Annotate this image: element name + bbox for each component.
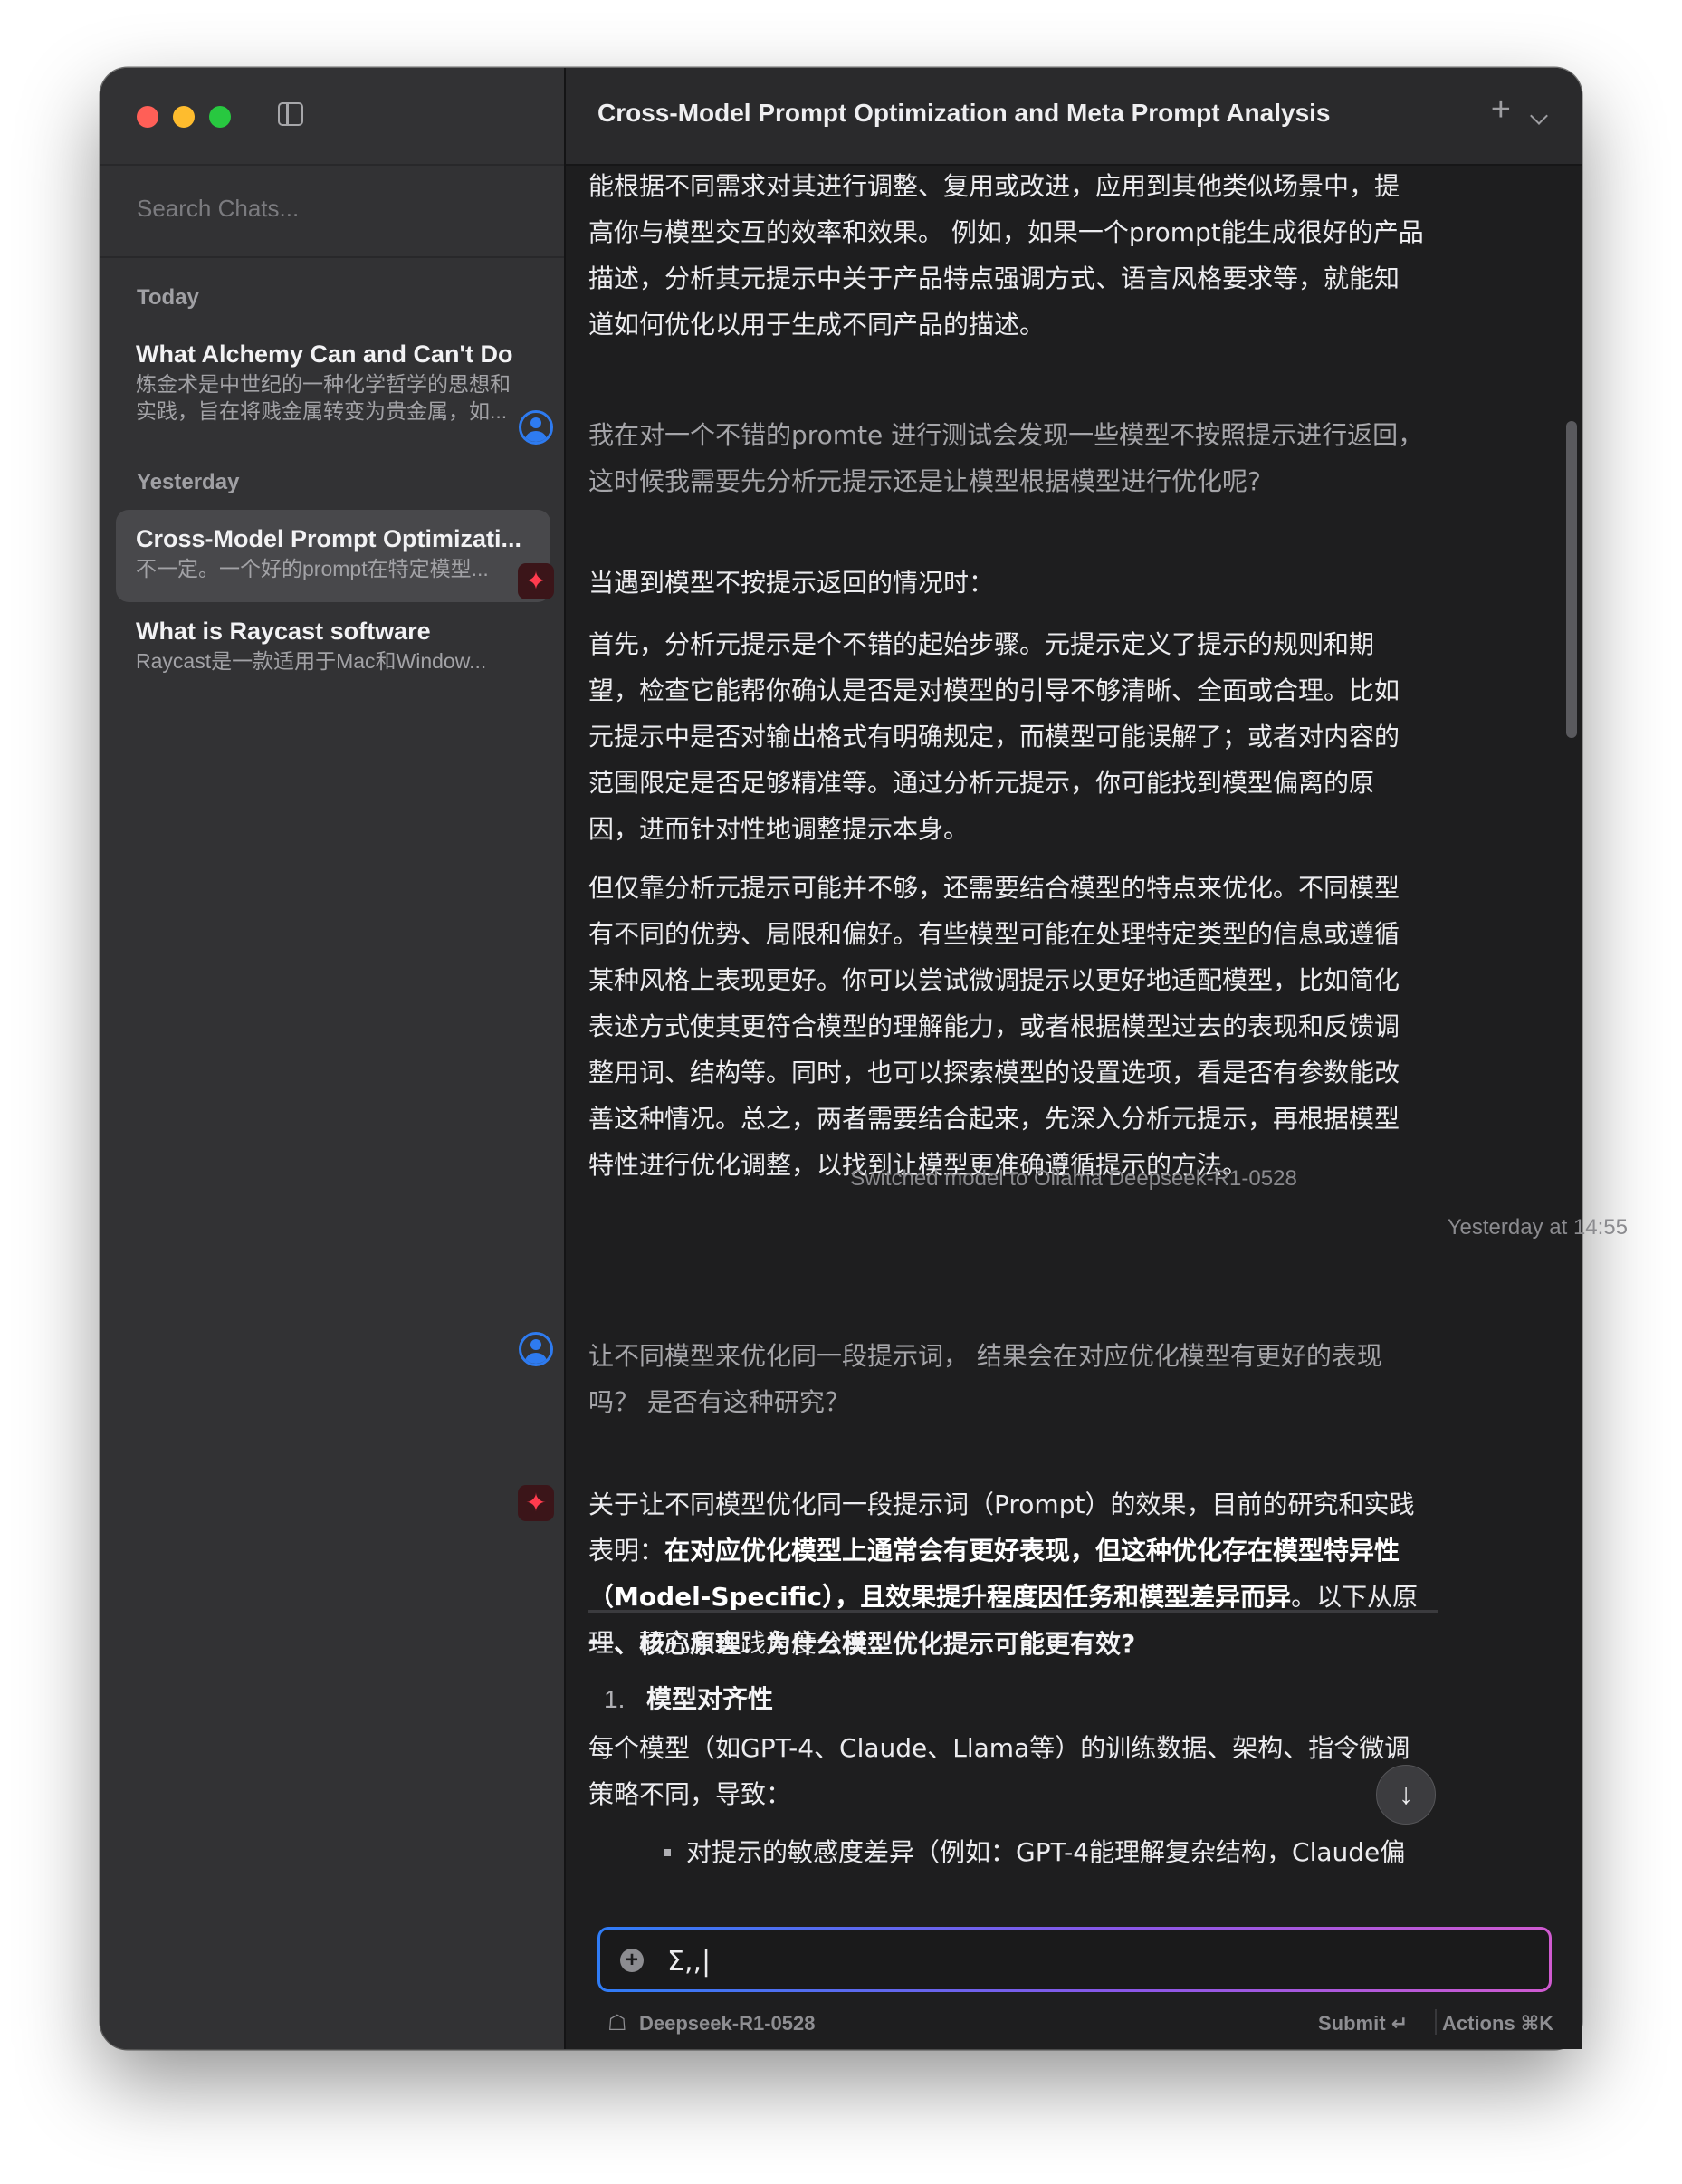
message-line: 元提示中是否对输出格式有明确规定，而模型可能误解了；或者对内容的 xyxy=(588,722,1400,752)
message-bold-text: （Model-Specific），且效果提升程度因任务和模型差异而异 xyxy=(588,1582,1292,1612)
message-line: 策略不同，导致： xyxy=(588,1779,792,1809)
section-label-yesterday: Yesterday xyxy=(137,470,240,494)
chat-title: Cross-Model Prompt Optimization and Meta… xyxy=(597,99,1331,127)
ai-sparkle-icon: ✦ xyxy=(518,1485,554,1521)
message-line: 表明：在对应优化模型上通常会有更好表现，但这种优化存在模型特异性 xyxy=(588,1528,1438,1574)
message-line: 道如何优化以用于生成不同产品的描述。 xyxy=(588,310,1046,340)
message-line: 有不同的优势、局限和偏好。有些模型可能在处理特定类型的信息或遵循 xyxy=(588,919,1400,949)
chat-item-title: What is Raycast software xyxy=(136,618,431,645)
actions-button[interactable]: Actions ⌘K xyxy=(1442,2012,1553,2036)
message-text: 表明： xyxy=(588,1536,665,1566)
section-label-today: Today xyxy=(137,285,199,310)
message-line: 我在对一个不错的promte 进行测试会发现一些模型不按照提示进行返回， xyxy=(588,420,1424,450)
message-line: 能根据不同需求对其进行调整、复用或改进，应用到其他类似场景中，提 xyxy=(588,171,1400,201)
user-avatar-icon xyxy=(519,410,553,445)
section-divider xyxy=(588,1610,1438,1613)
message-line: 善这种情况。总之，两者需要结合起来，先深入分析元提示，再根据模型 xyxy=(588,1104,1400,1134)
ai-message-paragraph: 每个模型（如GPT-4、Claude、Llama等）的训练数据、架构、指令微调 … xyxy=(588,1725,1438,1817)
message-bold-text: 在对应优化模型上通常会有更好表现，但这种优化存在模型特异性 xyxy=(664,1536,1400,1566)
scroll-to-bottom-button[interactable]: ↓ xyxy=(1376,1765,1436,1825)
chat-item-alchemy[interactable]: What Alchemy Can and Can't Do 炼金术是中世纪的一种… xyxy=(116,325,550,423)
scrollbar-thumb[interactable] xyxy=(1566,421,1577,738)
message-input[interactable] xyxy=(665,1940,1520,1982)
search-chats-input[interactable] xyxy=(135,187,537,229)
submit-button[interactable]: Submit ↵ xyxy=(1318,2012,1408,2036)
chat-item-raycast[interactable]: What is Raycast software Raycast是一款适用于Ma… xyxy=(116,602,550,694)
message-line: 高你与模型交互的效率和效果。 例如，如果一个prompt能生成很好的产品 xyxy=(588,217,1424,247)
chevron-down-icon[interactable] xyxy=(1530,107,1548,125)
message-line: 这时候我需要先分析元提示还是让模型根据模型进行优化呢? xyxy=(588,466,1261,496)
list-number: 1. xyxy=(604,1685,626,1713)
chat-header: Cross-Model Prompt Optimization and Meta… xyxy=(566,68,1582,166)
section-heading: 一、核心原理：为什么模型优化提示可能更有效? xyxy=(588,1629,1136,1659)
ai-message-paragraph: 但仅靠分析元提示可能并不够，还需要结合模型的特点来优化。不同模型 有不同的优势、… xyxy=(588,865,1438,1188)
message-line: 因，进而针对性地调整提示本身。 xyxy=(588,814,970,844)
bullet-marker xyxy=(664,1849,671,1856)
message-line: 描述，分析其元提示中关于产品特点强调方式、语言风格要求等，就能知 xyxy=(588,263,1400,293)
message-line: 整用词、结构等。同时，也可以探索模型的设置选项，看是否有参数能改 xyxy=(588,1058,1400,1087)
message-line: 让不同模型来优化同一段提示词， 结果会在对应优化模型有更好的表现 xyxy=(588,1341,1382,1371)
message-line: 吗？ 是否有这种研究？ xyxy=(588,1387,850,1417)
ai-message-intro: 当遇到模型不按提示返回的情况时： xyxy=(588,568,995,598)
bullet-text: 对提示的敏感度差异（例如：GPT-4能理解复杂结构，Claude偏 xyxy=(686,1837,1406,1867)
message-line: 关于让不同模型优化同一段提示词（Prompt）的效果，目前的研究和实践 xyxy=(588,1490,1415,1519)
chat-item-preview: 炼金术是中世纪的一种化学哲学的思想和实践，旨在将贱金属转变为贵金属，如... xyxy=(136,372,511,423)
llama-icon: ☖ xyxy=(607,2011,627,2036)
chat-item-title: Cross-Model Prompt Optimizati... xyxy=(136,525,522,552)
model-switch-note: Switched model to Ollama Deepseek-R1-052… xyxy=(850,1166,1297,1191)
ai-message-paragraph: 首先，分析元提示是个不错的起始步骤。元提示定义了提示的规则和期 望，检查它能帮你… xyxy=(588,621,1438,852)
window-maximize-button[interactable] xyxy=(209,106,231,128)
chat-item-cross-model[interactable]: Cross-Model Prompt Optimizati... 不一定。一个好… xyxy=(116,510,550,602)
message-line: 首先，分析元提示是个不错的起始步骤。元提示定义了提示的规则和期 xyxy=(588,629,1375,659)
chat-item-title: What Alchemy Can and Can't Do xyxy=(136,340,513,368)
message-line: （Model-Specific），且效果提升程度因任务和模型差异而异。以下从原 xyxy=(588,1574,1438,1620)
message-line: 表述方式使其更符合模型的理解能力，或者根据模型过去的表现和反馈调 xyxy=(588,1011,1400,1041)
plus-circle-icon[interactable]: + xyxy=(620,1949,644,1972)
message-line: 每个模型（如GPT-4、Claude、Llama等）的训练数据、架构、指令微调 xyxy=(588,1733,1410,1763)
chat-item-preview: Raycast是一款适用于Mac和Window... xyxy=(136,649,487,673)
window-close-button[interactable] xyxy=(137,106,158,128)
sidebar-divider xyxy=(100,256,564,258)
user-message: 让不同模型来优化同一段提示词， 结果会在对应优化模型有更好的表现 吗？ 是否有这… xyxy=(588,1333,1438,1425)
message-line: 范围限定是否足够精准等。通过分析元提示，你可能找到模型偏离的原 xyxy=(588,768,1375,798)
sidebar: Today What Alchemy Can and Can't Do 炼金术是… xyxy=(100,68,566,2049)
ai-sparkle-icon: ✦ xyxy=(518,563,554,599)
sidebar-divider xyxy=(100,164,564,166)
sidebar-toggle-icon[interactable] xyxy=(278,102,303,126)
message-timestamp: Yesterday at 14:55 xyxy=(1447,1215,1628,1240)
message-composer[interactable]: + xyxy=(597,1927,1552,1992)
chat-item-preview: 不一定。一个好的prompt在特定模型... xyxy=(136,557,489,580)
plus-icon[interactable]: + xyxy=(1491,91,1511,128)
message-text: 。以下从原 xyxy=(1291,1582,1419,1612)
window-minimize-button[interactable] xyxy=(173,106,195,128)
message-line: 某种风格上表现更好。你可以尝试微调提示以更好地适配模型，比如简化 xyxy=(588,965,1400,995)
message-line: 但仅靠分析元提示可能并不够，还需要结合模型的特点来优化。不同模型 xyxy=(588,873,1400,903)
footer-divider xyxy=(1435,2009,1437,2035)
user-message: 我在对一个不错的promte 进行测试会发现一些模型不按照提示进行返回， 这时候… xyxy=(588,412,1438,504)
list-item-title: 模型对齐性 xyxy=(646,1684,774,1714)
user-avatar-icon xyxy=(519,1332,553,1366)
ai-message-fragment: 能根据不同需求对其进行调整、复用或改进，应用到其他类似场景中，提 高你与模型交互… xyxy=(588,163,1438,348)
message-line: 望，检查它能帮你确认是否是对模型的引导不够清晰、全面或合理。比如 xyxy=(588,675,1400,705)
model-selector[interactable]: Deepseek-R1-0528 xyxy=(639,2012,815,2036)
